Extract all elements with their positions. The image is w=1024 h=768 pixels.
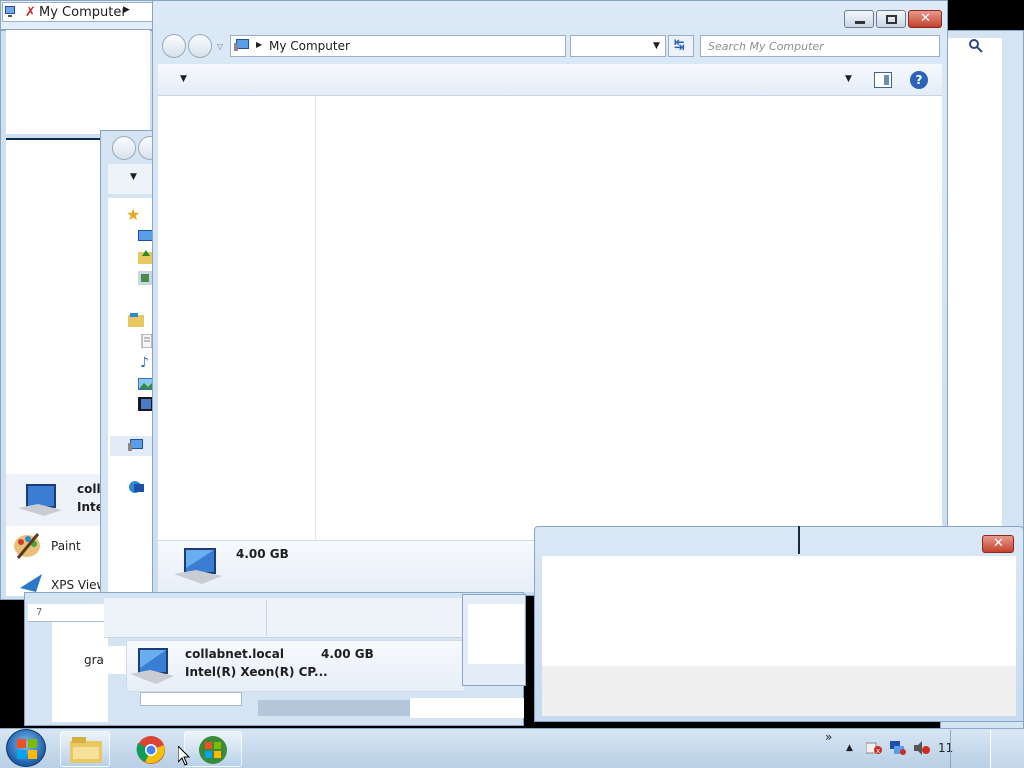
start-button[interactable] bbox=[6, 729, 46, 767]
action-center-error-icon[interactable]: x bbox=[865, 741, 882, 755]
back-button[interactable] bbox=[112, 136, 136, 160]
dialog-title-divider bbox=[798, 526, 800, 554]
back-button[interactable] bbox=[162, 34, 186, 58]
forward-button[interactable] bbox=[188, 34, 212, 58]
left-window-content bbox=[6, 30, 150, 134]
libraries-icon[interactable] bbox=[128, 313, 144, 327]
address-dropdown[interactable]: ▼ bbox=[570, 35, 666, 57]
network-icon[interactable] bbox=[128, 480, 144, 494]
refresh-button[interactable]: ↹ bbox=[668, 35, 694, 57]
svg-text:x: x bbox=[876, 747, 880, 755]
recent-pages-chevron-icon[interactable]: ▽ bbox=[217, 42, 223, 51]
search-placeholder: Search My Computer bbox=[708, 40, 824, 53]
details-memory: 4.00 GB bbox=[236, 547, 289, 561]
paint-icon bbox=[12, 530, 42, 560]
start-menu-item-label: XPS View bbox=[51, 578, 107, 592]
lower-window-column-divider bbox=[266, 600, 267, 636]
computer-icon bbox=[5, 6, 19, 18]
left-window-computer-name: coll bbox=[77, 482, 101, 496]
computer-icon bbox=[234, 39, 250, 53]
chevron-down-icon[interactable]: ▼ bbox=[130, 172, 137, 182]
show-hidden-icons-icon[interactable]: ▲ bbox=[846, 743, 853, 753]
computer-memory: 4.00 GB bbox=[321, 647, 374, 661]
minimize-button[interactable] bbox=[844, 10, 874, 28]
mouse-cursor-icon bbox=[177, 744, 191, 766]
computer-name: collabnet.local bbox=[185, 647, 284, 661]
preview-pane-icon[interactable] bbox=[874, 72, 892, 88]
start-menu-item-paint[interactable]: Paint bbox=[8, 530, 102, 562]
address-text: My Computer bbox=[269, 39, 350, 53]
favorites-star-icon[interactable]: ★ bbox=[126, 205, 140, 224]
refresh-icon: ↹ bbox=[674, 38, 685, 53]
lower-window-scrollbar[interactable] bbox=[258, 700, 410, 716]
search-input[interactable]: Search My Computer bbox=[700, 35, 940, 57]
computer-icon bbox=[174, 546, 222, 588]
lower-window-fragment-right bbox=[410, 698, 524, 718]
computer-cpu: Intel(R) Xeon(R) CP... bbox=[185, 665, 328, 679]
organize-chevron-icon[interactable]: ▼ bbox=[180, 74, 187, 84]
main-content-pane bbox=[316, 96, 942, 540]
network-error-icon[interactable] bbox=[890, 741, 906, 755]
chevron-right-icon: ▶ bbox=[123, 5, 130, 15]
lower-window-partial-text: 7 bbox=[36, 607, 43, 618]
windows-logo-icon bbox=[17, 739, 37, 759]
dialog-footer bbox=[542, 666, 1016, 716]
show-desktop-button[interactable] bbox=[990, 730, 1024, 768]
command-bar bbox=[158, 64, 942, 96]
chevron-right-icon[interactable]: ▶ bbox=[256, 40, 262, 49]
windows-orb-icon bbox=[198, 735, 228, 765]
lower-window-partial-path: gra bbox=[84, 653, 104, 667]
folder-icon bbox=[70, 737, 102, 763]
computer-nav-item[interactable] bbox=[110, 436, 152, 456]
taskbar-explorer-button[interactable] bbox=[60, 731, 110, 767]
lower-window-status bbox=[140, 692, 242, 706]
close-button[interactable]: ✕ bbox=[908, 10, 942, 28]
search-icon[interactable] bbox=[968, 38, 984, 54]
top-address-text: My Computer bbox=[39, 5, 127, 20]
address-bar[interactable]: ▶ My Computer bbox=[230, 35, 566, 57]
view-options-chevron-icon[interactable]: ▼ bbox=[845, 74, 852, 84]
chrome-icon bbox=[136, 735, 166, 765]
lower-window-toolbar bbox=[104, 598, 524, 638]
lower-window-edge-content bbox=[468, 604, 524, 664]
main-navigation-pane bbox=[158, 96, 316, 540]
taskbar-show-more[interactable]: » bbox=[825, 730, 832, 744]
dialog-close-button[interactable]: ✕ bbox=[982, 535, 1014, 553]
taskbar-windows-button[interactable] bbox=[184, 731, 242, 767]
left-window-lower-content bbox=[6, 140, 102, 474]
maximize-button[interactable] bbox=[876, 10, 906, 28]
help-icon[interactable]: ? bbox=[910, 71, 928, 89]
show-desktop-divider bbox=[950, 730, 951, 768]
computer-icon bbox=[18, 482, 62, 520]
computer-icon bbox=[128, 439, 144, 453]
xps-viewer-icon bbox=[20, 574, 42, 592]
chevron-down-icon[interactable]: ▼ bbox=[653, 41, 660, 51]
background-window-right-content bbox=[948, 38, 1002, 538]
volume-muted-icon[interactable] bbox=[914, 741, 930, 755]
computer-icon bbox=[130, 646, 174, 688]
taskbar-chrome-button[interactable] bbox=[128, 731, 174, 767]
error-x-icon: ✗ bbox=[25, 5, 36, 20]
start-menu-item-label: Paint bbox=[51, 539, 81, 553]
dialog-content bbox=[542, 556, 1016, 666]
